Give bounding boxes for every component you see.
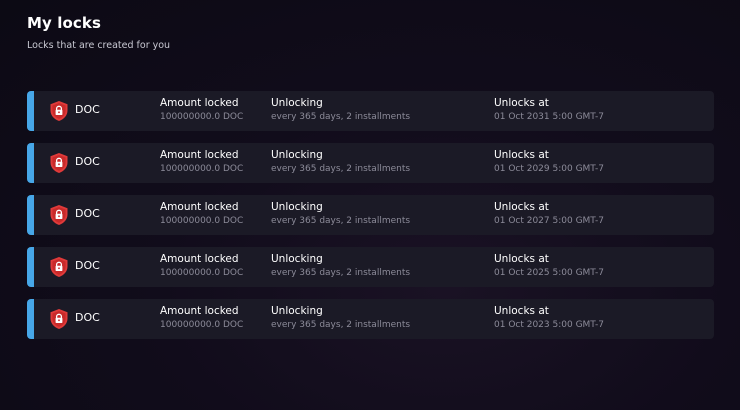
amount-locked-heading: Amount locked [160, 201, 239, 213]
unlocks-at-value: 01 Oct 2023 5:00 GMT-7 [494, 320, 604, 330]
unlocks-at-value: 01 Oct 2025 5:00 GMT-7 [494, 268, 604, 278]
row-accent-bar [27, 143, 34, 183]
lock-row[interactable]: DOC Amount locked 100000000.0 DOC Unlock… [27, 195, 714, 235]
row-accent-bar [27, 247, 34, 287]
amount-locked-heading: Amount locked [160, 97, 239, 109]
unlocks-at-value: 01 Oct 2031 5:00 GMT-7 [494, 112, 604, 122]
amount-locked-value: 100000000.0 DOC [160, 320, 244, 330]
unlocks-at-cell: Unlocks at 01 Oct 2031 5:00 GMT-7 [494, 97, 604, 124]
amount-locked-cell: Amount locked 100000000.0 DOC [160, 253, 243, 280]
amount-locked-value: 100000000.0 DOC [160, 268, 244, 278]
amount-locked-cell: Amount locked 100000000.0 DOC [160, 305, 243, 332]
unlocking-heading: Unlocking [271, 253, 323, 265]
amount-locked-heading: Amount locked [160, 305, 239, 317]
unlocking-cell: Unlocking every 365 days, 2 installments [271, 253, 410, 280]
lock-shield-icon [50, 153, 68, 173]
token-name: DOC [75, 311, 100, 324]
unlocks-at-value: 01 Oct 2027 5:00 GMT-7 [494, 216, 604, 226]
unlocks-at-heading: Unlocks at [494, 149, 549, 161]
amount-locked-cell: Amount locked 100000000.0 DOC [160, 201, 243, 228]
token-name: DOC [75, 259, 100, 272]
lock-shield-icon [50, 309, 68, 329]
token-name: DOC [75, 103, 100, 116]
unlocking-value: every 365 days, 2 installments [271, 320, 411, 330]
lock-shield-icon [50, 257, 68, 277]
row-accent-bar [27, 91, 34, 131]
unlocking-heading: Unlocking [271, 97, 323, 109]
unlocks-at-cell: Unlocks at 01 Oct 2027 5:00 GMT-7 [494, 201, 604, 228]
lock-shield-icon [50, 205, 68, 225]
unlocking-cell: Unlocking every 365 days, 2 installments [271, 97, 410, 124]
amount-locked-value: 100000000.0 DOC [160, 164, 244, 174]
row-accent-bar [27, 195, 34, 235]
lock-shield-icon [50, 101, 68, 121]
unlocks-at-value: 01 Oct 2029 5:00 GMT-7 [494, 164, 604, 174]
unlocks-at-heading: Unlocks at [494, 253, 549, 265]
unlocking-heading: Unlocking [271, 201, 323, 213]
lock-list: DOC Amount locked 100000000.0 DOC Unlock… [27, 91, 714, 351]
unlocking-heading: Unlocking [271, 149, 323, 161]
amount-locked-cell: Amount locked 100000000.0 DOC [160, 149, 243, 176]
unlocking-value: every 365 days, 2 installments [271, 112, 411, 122]
amount-locked-heading: Amount locked [160, 149, 239, 161]
unlocks-at-heading: Unlocks at [494, 201, 549, 213]
unlocking-cell: Unlocking every 365 days, 2 installments [271, 305, 410, 332]
token-name: DOC [75, 207, 100, 220]
token-name: DOC [75, 155, 100, 168]
unlocks-at-heading: Unlocks at [494, 97, 549, 109]
unlocks-at-heading: Unlocks at [494, 305, 549, 317]
unlocking-cell: Unlocking every 365 days, 2 installments [271, 201, 410, 228]
unlocks-at-cell: Unlocks at 01 Oct 2023 5:00 GMT-7 [494, 305, 604, 332]
unlocking-value: every 365 days, 2 installments [271, 268, 411, 278]
amount-locked-value: 100000000.0 DOC [160, 216, 244, 226]
lock-row[interactable]: DOC Amount locked 100000000.0 DOC Unlock… [27, 247, 714, 287]
lock-row[interactable]: DOC Amount locked 100000000.0 DOC Unlock… [27, 143, 714, 183]
unlocks-at-cell: Unlocks at 01 Oct 2029 5:00 GMT-7 [494, 149, 604, 176]
row-accent-bar [27, 299, 34, 339]
lock-row[interactable]: DOC Amount locked 100000000.0 DOC Unlock… [27, 299, 714, 339]
unlocking-value: every 365 days, 2 installments [271, 164, 411, 174]
page-subtitle: Locks that are created for you [27, 40, 171, 51]
unlocks-at-cell: Unlocks at 01 Oct 2025 5:00 GMT-7 [494, 253, 604, 280]
unlocking-cell: Unlocking every 365 days, 2 installments [271, 149, 410, 176]
amount-locked-cell: Amount locked 100000000.0 DOC [160, 97, 243, 124]
page-title: My locks [27, 14, 101, 32]
unlocking-value: every 365 days, 2 installments [271, 216, 411, 226]
my-locks-page: My locks Locks that are created for you … [0, 0, 740, 410]
amount-locked-heading: Amount locked [160, 253, 239, 265]
lock-row[interactable]: DOC Amount locked 100000000.0 DOC Unlock… [27, 91, 714, 131]
unlocking-heading: Unlocking [271, 305, 323, 317]
amount-locked-value: 100000000.0 DOC [160, 112, 244, 122]
